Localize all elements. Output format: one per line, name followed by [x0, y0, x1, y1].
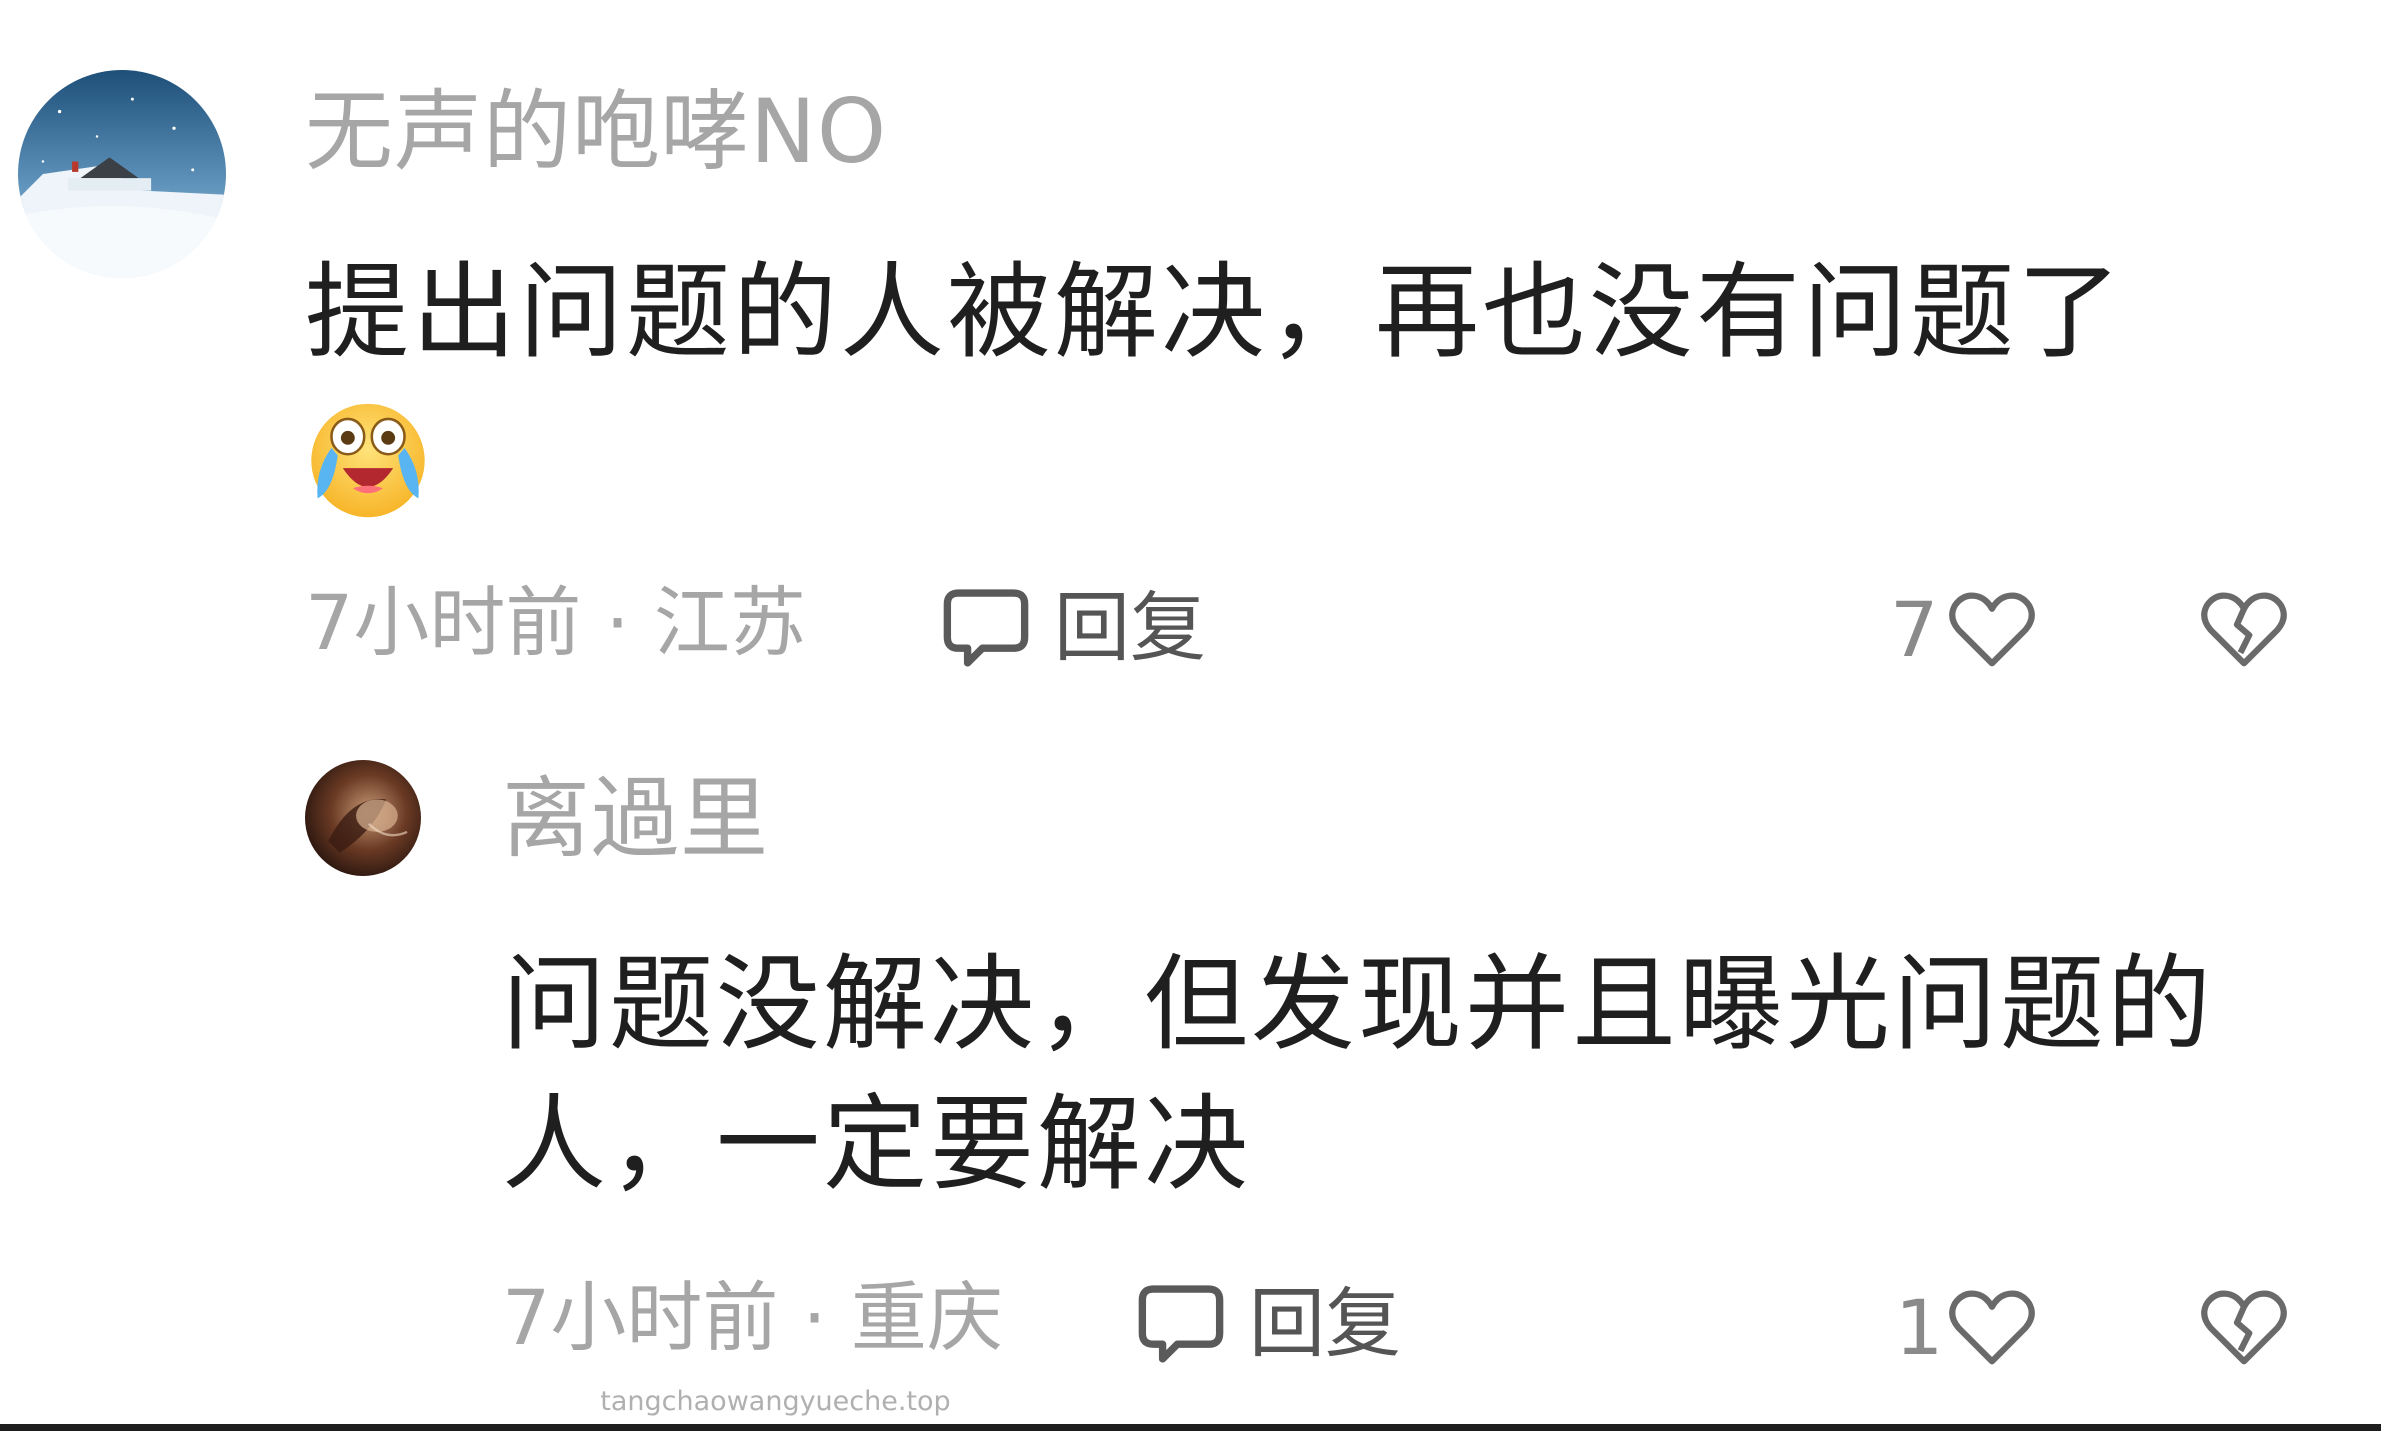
- like-count: 1: [1895, 1283, 1944, 1372]
- comment-text: 提出问题的人被解决，再也没有问题了: [305, 251, 2125, 373]
- speech-bubble-icon: [940, 582, 1032, 674]
- username[interactable]: 离過里: [502, 775, 769, 863]
- comment-time-location: 7小时前 · 重庆: [502, 1273, 1003, 1362]
- reply-label: 回复: [1054, 583, 1206, 672]
- like-count: 7: [1890, 585, 1939, 674]
- comment-thread: 无声的咆哮NO 提出问题的人被解决，再也没有问题了 7小时前 · 江苏 回复 7…: [0, 0, 2381, 1431]
- comment-text-line-2: 人，一定要解决: [502, 1083, 1252, 1205]
- avatar[interactable]: [18, 70, 226, 278]
- reply-button[interactable]: 回复: [940, 582, 1206, 674]
- watermark: tangchaowangyueche.top: [600, 1386, 951, 1417]
- avatar[interactable]: [305, 760, 421, 876]
- reply-button[interactable]: 回复: [1135, 1278, 1401, 1370]
- username[interactable]: 无声的咆哮NO: [305, 88, 887, 176]
- bottom-divider: [0, 1424, 2381, 1431]
- comment-time-location: 7小时前 · 江苏: [305, 578, 806, 667]
- heart-outline-icon[interactable]: [1948, 588, 2036, 670]
- reply-label: 回复: [1249, 1279, 1401, 1368]
- speech-bubble-icon: [1135, 1278, 1227, 1370]
- comment-text-line-1: 问题没解决，但发现并且曝光问题的: [502, 943, 2215, 1065]
- crying-laughing-emoji-icon: [305, 395, 431, 521]
- avatar-dark-portrait-image: [305, 760, 421, 876]
- avatar-snow-house-image: [18, 70, 226, 278]
- broken-heart-icon[interactable]: [2200, 588, 2288, 670]
- broken-heart-icon[interactable]: [2200, 1286, 2288, 1368]
- heart-outline-icon[interactable]: [1948, 1286, 2036, 1368]
